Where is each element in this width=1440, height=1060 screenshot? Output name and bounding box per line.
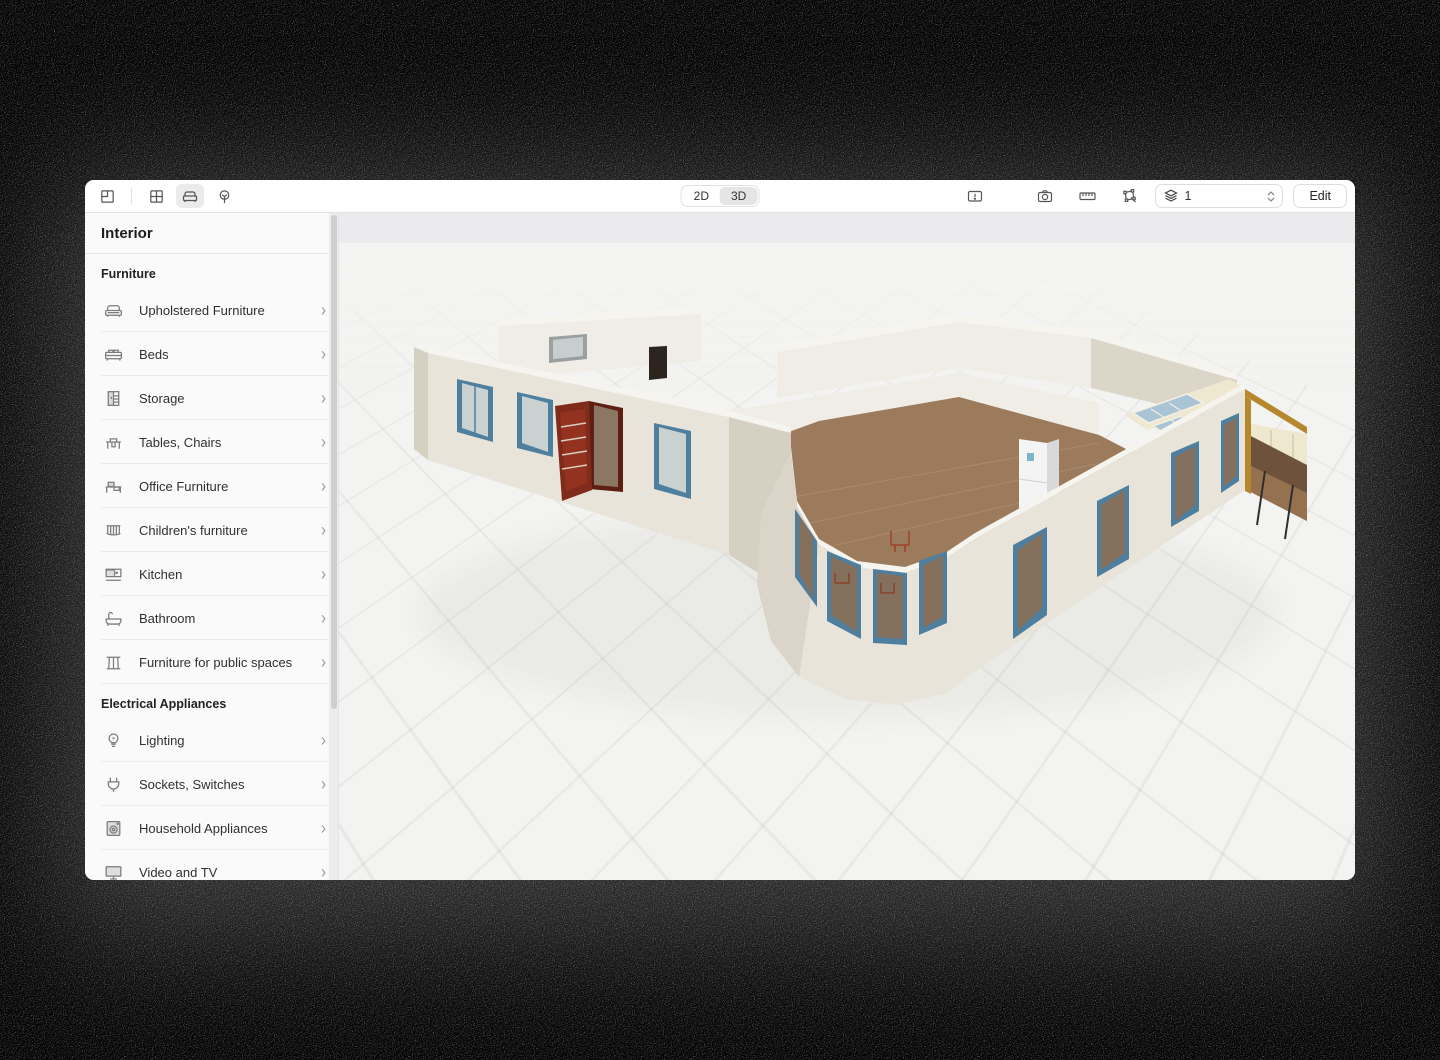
chevron-right-icon: › — [321, 389, 326, 408]
chevron-right-icon: › — [321, 345, 326, 364]
floorplan-icon[interactable] — [93, 184, 121, 208]
view-3d-button[interactable]: 3D — [720, 187, 757, 205]
washing-machine-icon — [101, 816, 125, 840]
chevron-right-icon: › — [321, 521, 326, 540]
sidebar-item-beds[interactable]: Beds › — [85, 332, 338, 376]
sidebar-item-tables-chairs[interactable]: Tables, Chairs › — [85, 420, 338, 464]
sidebar-item-label: Bathroom — [139, 611, 321, 626]
view-mode-toggle: 2D 3D — [681, 185, 760, 207]
sidebar-item-public-spaces[interactable]: Furniture for public spaces › — [85, 640, 338, 684]
sidebar-item-label: Beds — [139, 347, 321, 362]
chevron-right-icon: › — [321, 653, 326, 672]
tv-icon — [101, 860, 125, 880]
sidebar-item-label: Furniture for public spaces — [139, 655, 321, 670]
sidebar-item-label: Children's furniture — [139, 523, 321, 538]
sofa-icon — [101, 298, 125, 322]
sidebar-item-label: Video and TV — [139, 865, 321, 880]
plug-icon — [101, 772, 125, 796]
sidebar-item-label: Household Appliances — [139, 821, 321, 836]
tree-icon[interactable] — [210, 184, 238, 208]
3d-viewport[interactable] — [339, 213, 1355, 880]
chevron-right-icon: › — [321, 477, 326, 496]
bulb-icon — [101, 728, 125, 752]
alert-icon[interactable] — [961, 184, 989, 208]
sidebar-item-label: Lighting — [139, 733, 321, 748]
toolbar-separator — [131, 188, 132, 204]
chevron-right-icon: › — [321, 609, 326, 628]
camera-icon[interactable] — [1031, 184, 1059, 208]
sidebar-item-household-appliances[interactable]: Household Appliances › — [85, 806, 338, 850]
app-window: 2D 3D 1 Edit — [85, 180, 1355, 880]
chevron-right-icon: › — [321, 819, 326, 838]
sidebar-item-childrens-furniture[interactable]: Children's furniture › — [85, 508, 338, 552]
sidebar-item-kitchen[interactable]: Kitchen › — [85, 552, 338, 596]
bathtub-icon — [101, 606, 125, 630]
sidebar-item-label: Storage — [139, 391, 321, 406]
sidebar-item-storage[interactable]: Storage › — [85, 376, 338, 420]
wardrobe-icon — [101, 386, 125, 410]
sidebar-item-label: Sockets, Switches — [139, 777, 321, 792]
section-header-electrical: Electrical Appliances — [85, 684, 338, 718]
section-header-furniture: Furniture — [85, 254, 338, 288]
chevron-right-icon: › — [321, 565, 326, 584]
layers-icon — [1163, 188, 1179, 204]
chevron-right-icon: › — [321, 863, 326, 880]
catalog-sidebar: Interior Furniture Upholstered Furniture… — [85, 213, 339, 880]
chevron-right-icon: › — [321, 301, 326, 320]
chevron-right-icon: › — [321, 775, 326, 794]
ruler-icon[interactable] — [1073, 184, 1101, 208]
sidebar-item-lighting[interactable]: Lighting › — [85, 718, 338, 762]
desk-icon — [101, 474, 125, 498]
left-wing — [414, 347, 729, 555]
chevron-right-icon: › — [321, 731, 326, 750]
edit-button[interactable]: Edit — [1293, 184, 1347, 208]
floor-stepper[interactable] — [1267, 191, 1275, 202]
sidebar-scrollbar[interactable] — [329, 213, 338, 880]
scrollbar-thumb[interactable] — [331, 215, 337, 709]
house-3d-model — [399, 293, 1319, 853]
sidebar-title: Interior — [85, 213, 338, 254]
toolbar: 2D 3D 1 Edit — [85, 180, 1355, 213]
sidebar-item-upholstered-furniture[interactable]: Upholstered Furniture › — [85, 288, 338, 332]
sidebar-item-office-furniture[interactable]: Office Furniture › — [85, 464, 338, 508]
window-grid-icon[interactable] — [142, 184, 170, 208]
floor-selector[interactable]: 1 — [1155, 184, 1283, 208]
chevron-right-icon: › — [321, 433, 326, 452]
sidebar-item-label: Upholstered Furniture — [139, 303, 321, 318]
kitchen-cabinet-icon — [101, 562, 125, 586]
view-2d-button[interactable]: 2D — [683, 187, 720, 205]
crib-icon — [101, 518, 125, 542]
sidebar-item-label: Tables, Chairs — [139, 435, 321, 450]
sidebar-item-label: Kitchen — [139, 567, 321, 582]
sofa-icon[interactable] — [176, 184, 204, 208]
sidebar-item-sockets-switches[interactable]: Sockets, Switches › — [85, 762, 338, 806]
transform-icon[interactable] — [1115, 184, 1143, 208]
sidebar-item-label: Office Furniture — [139, 479, 321, 494]
bed-icon — [101, 342, 125, 366]
table-chair-icon — [101, 430, 125, 454]
floor-number: 1 — [1184, 189, 1191, 203]
columns-icon — [101, 650, 125, 674]
sidebar-item-bathroom[interactable]: Bathroom › — [85, 596, 338, 640]
sidebar-item-video-tv[interactable]: Video and TV › — [85, 850, 338, 880]
